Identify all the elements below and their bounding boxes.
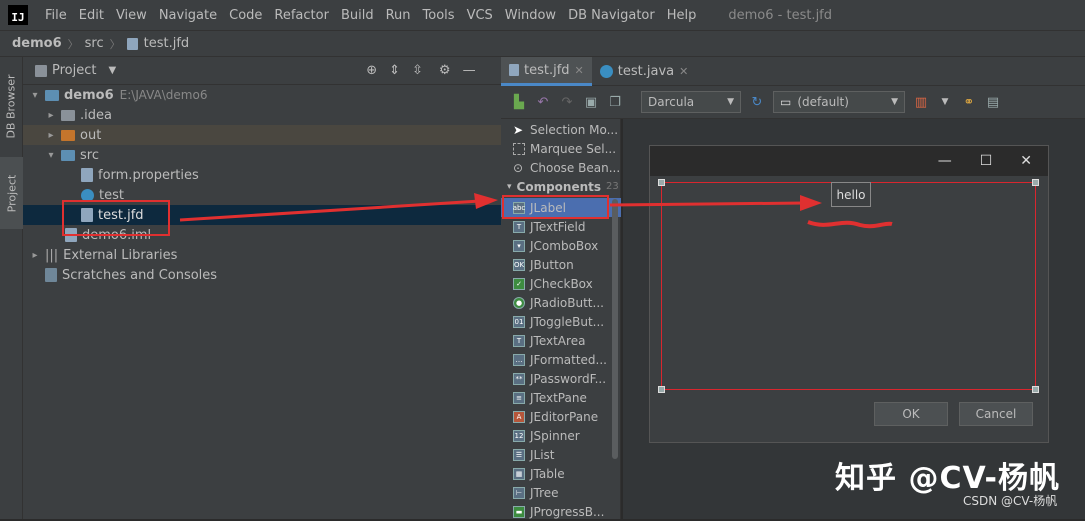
zhihu-watermark: 知乎 @CV-杨帆 [835, 461, 1060, 496]
csdn-watermark: CSDN @CV-杨帆 [963, 494, 1058, 508]
annotation-arrows [179, 193, 893, 229]
